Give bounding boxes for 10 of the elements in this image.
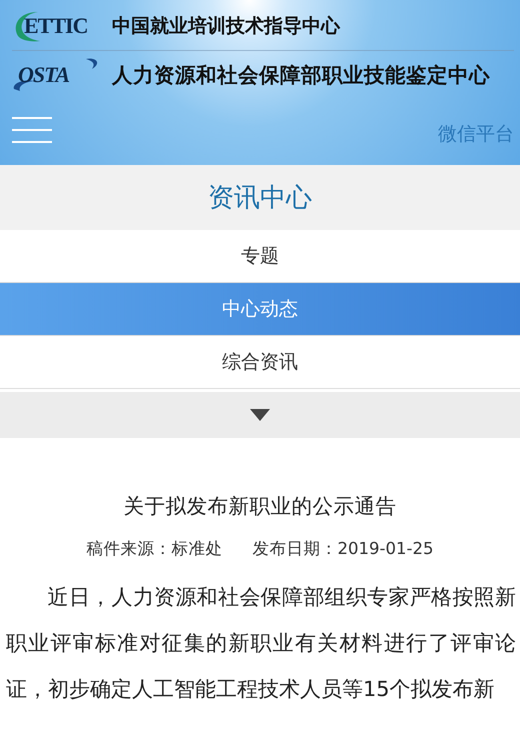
caret-icon[interactable] <box>250 409 270 421</box>
article-title: 关于拟发布新职业的公示通告 <box>122 493 398 520</box>
article-body: 近日，人力资源和社会保障部组织专家严格按照新职业评审标准对征集的新职业有关材料进行了评审论证，初步确定人工智能工程技术人员等15个拟发布新 <box>6 584 516 703</box>
logo-mark: ETTIC <box>12 8 104 44</box>
article-source: 稿件来源：标准处 <box>86 538 223 560</box>
organization-name: 中国就业培训技术指导中心 <box>112 14 340 39</box>
organization-name: 人力资源和社会保障部职业技能鉴定中心 <box>112 62 490 89</box>
section-title: 资讯中心 <box>208 182 312 215</box>
article-date: 发布日期：2019-01-25 <box>252 538 434 560</box>
logo-mark: OSTA <box>12 57 104 93</box>
